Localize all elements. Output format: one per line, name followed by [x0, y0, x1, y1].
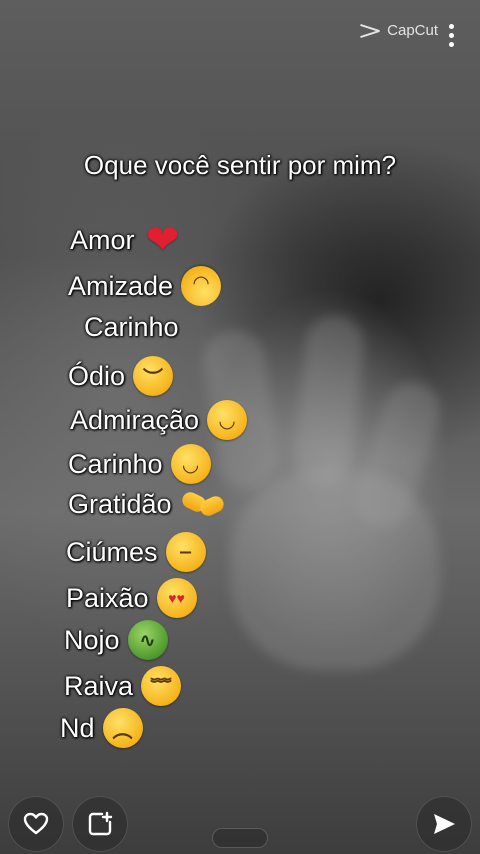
story-handle[interactable] [212, 828, 268, 848]
list-item: Carinho [84, 312, 179, 343]
smiling-face-icon: ◡ [207, 400, 248, 440]
list-item: Nojo ∿ [64, 620, 168, 660]
slightly-frowning-face-icon: ︵ [102, 708, 143, 748]
watermark-label: CapCut [387, 22, 438, 39]
list-item: Amizade ◡ [68, 266, 222, 306]
item-label: Gratidão [68, 488, 172, 519]
heart-outline-icon [23, 812, 49, 835]
item-label: Carinho [84, 312, 179, 342]
add-to-story-icon [88, 811, 113, 836]
list-item: Gratidão [68, 488, 226, 520]
list-item: Admiração ◡ [70, 400, 248, 440]
relieved-face-icon: ◡ [170, 444, 211, 484]
send-arrow-icon [434, 814, 455, 834]
list-item: Ciúmes ‒ [66, 532, 206, 572]
story-controls [0, 794, 480, 854]
item-label: Nojo [64, 624, 120, 655]
more-options-icon[interactable] [449, 24, 454, 47]
upside-down-face-icon: ◡ [181, 266, 222, 306]
list-item: Carinho ◡ [68, 444, 211, 484]
steam-face-icon: ﹌ [141, 666, 182, 706]
like-button[interactable] [8, 796, 64, 852]
story-question: Oque você sentir por mim? [83, 150, 397, 180]
item-label: Ciúmes [66, 536, 158, 567]
list-item: Paixão ♥♥ [66, 578, 197, 618]
item-label: Admiração [70, 404, 200, 435]
item-label: Amor [70, 224, 135, 255]
handshake-icon [180, 488, 226, 520]
list-item: Nd ︵ [60, 708, 143, 748]
item-label: Raiva [64, 670, 134, 701]
item-label: Ódio [68, 360, 126, 391]
capcut-watermark: CapCut [358, 22, 438, 39]
list-item: Raiva ﹌ [64, 666, 182, 706]
item-label: Amizade [68, 270, 174, 301]
add-to-story-button[interactable] [72, 796, 128, 852]
list-item: Ódio ︶ [68, 356, 174, 396]
nauseated-face-icon: ∿ [127, 620, 168, 660]
capcut-logo-icon [358, 24, 382, 38]
red-heart-icon: ❤ [145, 218, 180, 262]
item-label: Paixão [66, 582, 149, 613]
heart-eyes-face-icon: ♥♥ [156, 578, 197, 618]
unamused-face-icon: ‒ [165, 532, 206, 572]
angry-face-icon: ︶ [133, 356, 174, 396]
send-button[interactable] [416, 796, 472, 852]
list-item: Amor ❤ [70, 220, 183, 260]
item-label: Carinho [68, 448, 163, 479]
item-label: Nd [60, 712, 95, 743]
